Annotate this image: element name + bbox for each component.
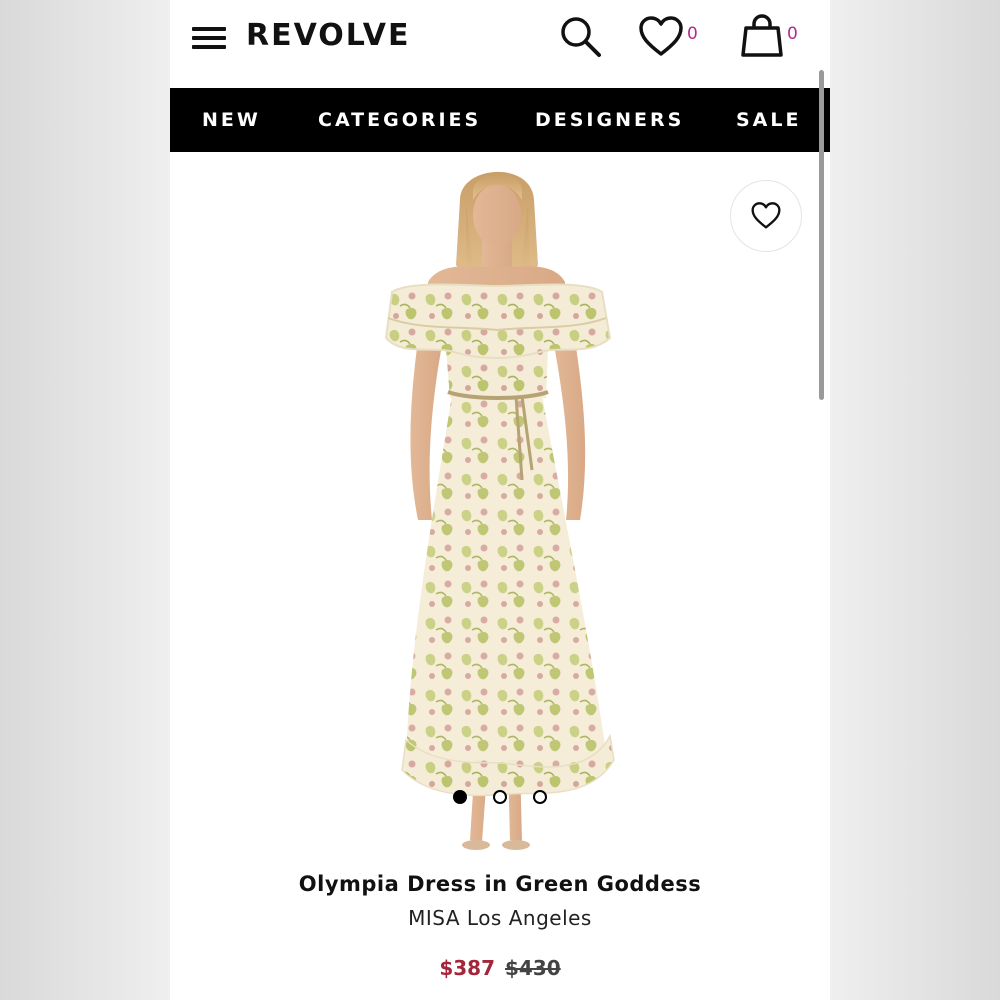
- cart-button[interactable]: [740, 14, 784, 63]
- site-logo[interactable]: REVOLVE: [246, 18, 410, 53]
- sale-price: $387: [439, 956, 495, 980]
- wishlist-button[interactable]: [638, 16, 684, 63]
- carousel-dot-1[interactable]: [453, 790, 467, 804]
- favorite-button[interactable]: [730, 180, 802, 252]
- category-nav: NEW CATEGORIES DESIGNERS SALE: [170, 88, 830, 152]
- nav-item-sale[interactable]: SALE: [736, 88, 801, 152]
- site-header: REVOLVE 0 0: [170, 0, 830, 88]
- product-image[interactable]: [170, 152, 830, 860]
- carousel-dot-2[interactable]: [493, 790, 507, 804]
- image-carousel-dots: [170, 790, 830, 806]
- nav-item-new[interactable]: NEW: [202, 88, 261, 152]
- heart-icon: [639, 16, 683, 56]
- nav-item-designers[interactable]: DESIGNERS: [535, 88, 684, 152]
- search-icon[interactable]: [558, 14, 604, 65]
- original-price: $430: [505, 956, 561, 980]
- background-right: [830, 0, 1000, 1000]
- cart-count-badge: 0: [787, 24, 798, 44]
- nav-item-categories[interactable]: CATEGORIES: [318, 88, 481, 152]
- background-left: [0, 0, 170, 1000]
- carousel-dot-3[interactable]: [533, 790, 547, 804]
- heart-outline-icon: [751, 202, 781, 229]
- product-title[interactable]: Olympia Dress in Green Goddess: [170, 872, 830, 896]
- shopping-bag-icon: [741, 14, 783, 57]
- price-row: $387 $430: [170, 956, 830, 980]
- product-brand[interactable]: MISA Los Angeles: [170, 906, 830, 930]
- mobile-screen: REVOLVE 0 0 NEW CATEGORIES DESIGNERS SAL…: [170, 0, 830, 1000]
- wishlist-count-badge: 0: [687, 24, 698, 44]
- hamburger-menu-icon[interactable]: [192, 27, 226, 49]
